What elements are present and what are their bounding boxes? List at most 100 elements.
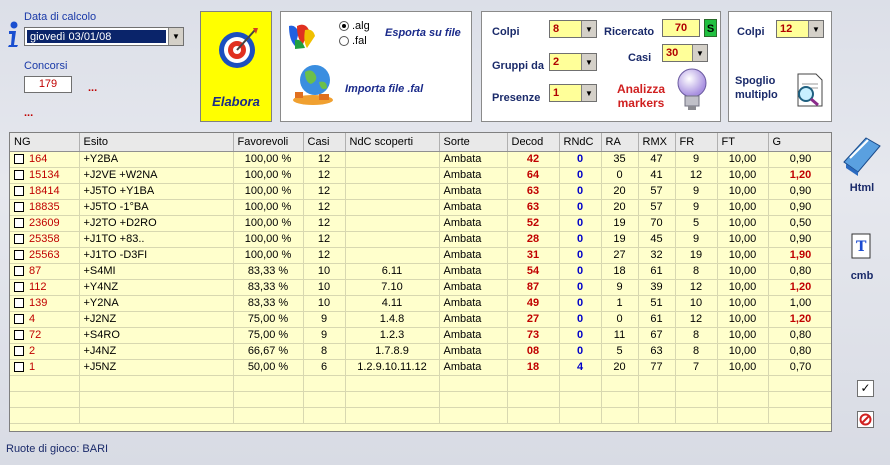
table-row[interactable]: 25358 +J1TO +83.. 100,00 % 12 Ambata 28 0 19 45 9… xyxy=(10,231,831,248)
cell-casi: 12 xyxy=(303,215,346,232)
casi-select[interactable]: 30 ▼ xyxy=(662,44,708,62)
table-row[interactable]: 18414 +J5TO +Y1BA 100,00 % 12 Ambata 63 0 20 57 9… xyxy=(10,183,831,200)
radio-alg[interactable] xyxy=(339,21,349,31)
column-header[interactable]: Favorevoli xyxy=(233,133,304,152)
row-checkbox[interactable] xyxy=(14,346,24,357)
ng-value: 23609 xyxy=(29,217,60,229)
cell-decod: 73 xyxy=(507,327,560,344)
column-header[interactable]: Casi xyxy=(303,133,346,152)
cell-g: 0,80 xyxy=(768,263,831,280)
cell-favorevoli: 75,00 % xyxy=(233,311,304,328)
concorsi-input[interactable]: 179 xyxy=(24,76,72,93)
ricercato-label: Ricercato xyxy=(604,26,655,38)
row-checkbox[interactable] xyxy=(14,282,24,293)
table-row[interactable]: 18835 +J5TO -1°BA 100,00 % 12 Ambata 63 0 20 57 9… xyxy=(10,199,831,216)
row-checkbox[interactable] xyxy=(14,218,24,229)
row-checkbox[interactable] xyxy=(14,234,24,245)
table-header: NG Esito Favorevoli Casi NdC scoperti Sorte De… xyxy=(10,133,831,152)
esporta-button[interactable]: Esporta su file xyxy=(385,27,461,39)
column-header[interactable]: Decod xyxy=(507,133,560,152)
column-header[interactable]: FT xyxy=(717,133,769,152)
elabora-button[interactable]: Elabora xyxy=(200,11,272,122)
spoglio-multiplo-button[interactable]: Spoglio multiplo xyxy=(735,74,785,102)
radio-fal[interactable] xyxy=(339,36,349,46)
cell-decod: 87 xyxy=(507,279,560,296)
cell-fr: 9 xyxy=(675,199,718,216)
row-checkbox[interactable] xyxy=(14,266,24,277)
spoglio-colpi-select[interactable]: 12 ▼ xyxy=(776,20,824,38)
ng-value: 87 xyxy=(29,265,42,277)
table-row[interactable]: 112 +Y4NZ 83,33 % 10 7.10 Ambata 87 0 9 39 12 10,00… xyxy=(10,279,831,296)
cmb-button[interactable]: T cmb xyxy=(836,232,888,282)
row-checkbox[interactable] xyxy=(14,154,24,165)
column-header[interactable]: RMX xyxy=(638,133,676,152)
dots-button-1[interactable]: ... xyxy=(88,82,97,94)
table-row[interactable]: 15134 +J2VE +W2NA 100,00 % 12 Ambata 64 0 0 41 12… xyxy=(10,167,831,184)
cell-esito: +J1TO -D3FI xyxy=(79,247,234,264)
column-header[interactable]: Esito xyxy=(79,133,234,152)
status-ruote: Ruote di gioco: BARI xyxy=(6,443,109,455)
row-checkbox[interactable] xyxy=(14,186,24,197)
table-row[interactable]: 72 +S4RO 75,00 % 9 1.2.3 Ambata 73 0 11 67 8 10,00 0… xyxy=(10,327,831,344)
cell-sorte: Ambata xyxy=(439,359,508,376)
cell-ft: 10,00 xyxy=(717,231,769,248)
cell-decod: 54 xyxy=(507,263,560,280)
cell-esito: +J2VE +W2NA xyxy=(79,167,234,184)
column-header[interactable]: RA xyxy=(601,133,639,152)
cell-ndc-scoperti xyxy=(345,199,440,216)
cell-sorte: Ambata xyxy=(439,327,508,344)
colpi-select[interactable]: 8 ▼ xyxy=(549,20,597,38)
row-checkbox[interactable] xyxy=(14,202,24,213)
table-row[interactable]: 87 +S4MI 83,33 % 10 6.11 Ambata 54 0 18 61 8 10,00 0… xyxy=(10,263,831,280)
check-toggle-button[interactable]: ✓ xyxy=(857,380,874,397)
ng-value: 1 xyxy=(29,361,36,373)
cell-ndc-scoperti: 1.2.3 xyxy=(345,327,440,344)
column-header[interactable]: NG xyxy=(10,133,80,152)
dots-button-2[interactable]: ... xyxy=(24,107,33,119)
row-checkbox[interactable] xyxy=(14,362,24,373)
ng-value: 72 xyxy=(29,329,42,341)
cell-sorte: Ambata xyxy=(439,279,508,296)
table-row[interactable]: 139 +Y2NA 83,33 % 10 4.11 Ambata 49 0 1 51 10 10,00… xyxy=(10,295,831,312)
cell-casi: 8 xyxy=(303,343,346,360)
ricercato-s-button[interactable]: S xyxy=(704,19,717,37)
cell-rndc: 0 xyxy=(559,311,602,328)
cell-g: 1,90 xyxy=(768,247,831,264)
importa-button[interactable]: Importa file .fal xyxy=(345,83,423,95)
cell-favorevoli: 75,00 % xyxy=(233,327,304,344)
data-calcolo-select[interactable]: giovedì 03/01/08 ▼ xyxy=(24,27,184,46)
cell-ng: 18414 xyxy=(10,183,80,200)
results-grid[interactable]: NG Esito Favorevoli Casi NdC scoperti Sorte De… xyxy=(9,132,832,432)
row-checkbox[interactable] xyxy=(14,250,24,261)
analizza-button[interactable]: Analizza markers xyxy=(608,82,674,110)
table-row[interactable]: 23609 +J2TO +D2RO 100,00 % 12 Ambata 52 0 19 70 5… xyxy=(10,215,831,232)
row-checkbox[interactable] xyxy=(14,330,24,341)
cell-rndc: 0 xyxy=(559,199,602,216)
gruppi-select[interactable]: 2 ▼ xyxy=(549,53,597,71)
cell-sorte: Ambata xyxy=(439,151,508,168)
html-export-button[interactable]: Html xyxy=(836,132,888,194)
column-header[interactable]: NdC scoperti xyxy=(345,133,440,152)
presenze-select[interactable]: 1 ▼ xyxy=(549,84,597,102)
row-checkbox[interactable] xyxy=(14,314,24,325)
table-row[interactable]: 164 +Y2BA 100,00 % 12 Ambata 42 0 35 47 9 10,00 0,9… xyxy=(10,151,831,168)
table-row[interactable]: 4 +J2NZ 75,00 % 9 1.4.8 Ambata 27 0 0 61 12 10,00 1,… xyxy=(10,311,831,328)
row-checkbox[interactable] xyxy=(14,170,24,181)
ricercato-input[interactable]: 70 xyxy=(662,19,700,37)
chevron-down-icon: ▼ xyxy=(581,54,596,70)
column-header[interactable]: FR xyxy=(675,133,718,152)
table-row[interactable]: 2 +J4NZ 66,67 % 8 1.7.8.9 Ambata 08 0 5 63 8 10,00 0… xyxy=(10,343,831,360)
cell-g: 1,20 xyxy=(768,167,831,184)
column-header[interactable]: RNdC xyxy=(559,133,602,152)
table-row[interactable]: 25563 +J1TO -D3FI 100,00 % 12 Ambata 31 0 27 32 1… xyxy=(10,247,831,264)
cell-g: 0,90 xyxy=(768,151,831,168)
cell-rmx: 51 xyxy=(638,295,676,312)
cell-esito: +J5TO -1°BA xyxy=(79,199,234,216)
column-header[interactable]: Sorte xyxy=(439,133,508,152)
cell-fr: 7 xyxy=(675,359,718,376)
cell-ndc-scoperti xyxy=(345,215,440,232)
no-entry-button[interactable] xyxy=(857,411,874,428)
table-row[interactable]: 1 +J5NZ 50,00 % 6 1.2.9.10.11.12 Ambata 18 4 20 7… xyxy=(10,359,831,376)
column-header[interactable]: G xyxy=(768,133,831,152)
row-checkbox[interactable] xyxy=(14,298,24,309)
